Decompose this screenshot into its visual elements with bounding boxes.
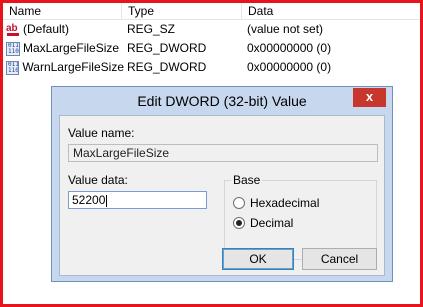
list-item[interactable]: ab (Default) REG_SZ (value not set) — [3, 20, 420, 39]
value-type: REG_SZ — [127, 22, 176, 36]
value-name: WarnLargeFileSize — [22, 60, 124, 74]
close-button[interactable]: x — [353, 88, 386, 107]
cancel-button[interactable]: Cancel — [302, 248, 377, 270]
value-name: (Default) — [23, 22, 70, 36]
value-data: 0x00000000 (0) — [247, 60, 332, 74]
value-data: 0x00000000 (0) — [247, 41, 332, 55]
value-type: REG_DWORD — [127, 60, 207, 74]
hexadecimal-label: Hexadecimal — [250, 196, 320, 210]
column-header-type[interactable]: Type — [121, 3, 241, 20]
string-value-icon: ab — [6, 22, 19, 36]
value-name-label: Value name: — [68, 126, 135, 140]
ok-button[interactable]: OK — [222, 248, 294, 270]
value-name-field: MaxLargeFileSize — [68, 144, 378, 162]
value-data-label: Value data: — [68, 173, 128, 187]
list-item[interactable]: 011 110 MaxLargeFileSize REG_DWORD 0x0000… — [3, 39, 420, 58]
list-item[interactable]: 011 110 WarnLargeFileSize REG_DWORD 0x000… — [3, 58, 420, 77]
base-group-label: Base — [231, 173, 263, 187]
column-header-data[interactable]: Data — [241, 3, 420, 20]
dialog-titlebar[interactable]: Edit DWORD (32-bit) Value x — [52, 87, 392, 115]
dialog-body: Value name: MaxLargeFileSize Value data:… — [59, 115, 385, 276]
value-data-text: 52200 — [72, 193, 106, 207]
value-type: REG_DWORD — [127, 41, 207, 55]
binary-value-icon: 011 110 — [6, 41, 20, 56]
decimal-label: Decimal — [250, 216, 294, 230]
dialog-title: Edit DWORD (32-bit) Value — [137, 93, 307, 109]
hexadecimal-radio[interactable] — [233, 197, 245, 209]
value-data: (value not set) — [247, 22, 324, 36]
registry-values-list: Name Type Data ab (Default) REG_SZ (valu… — [3, 3, 420, 77]
value-data-input[interactable]: 52200 — [68, 191, 207, 209]
hexadecimal-option[interactable]: Hexadecimal — [233, 196, 319, 210]
text-caret — [106, 194, 108, 207]
column-header-name[interactable]: Name — [3, 3, 121, 20]
decimal-option[interactable]: Decimal — [233, 216, 293, 230]
decimal-radio[interactable] — [233, 217, 245, 229]
value-name: MaxLargeFileSize — [23, 41, 120, 55]
binary-value-icon: 011 110 — [6, 60, 20, 75]
edit-dword-dialog: Edit DWORD (32-bit) Value x Value name: … — [51, 86, 393, 282]
list-header: Name Type Data — [3, 3, 420, 20]
